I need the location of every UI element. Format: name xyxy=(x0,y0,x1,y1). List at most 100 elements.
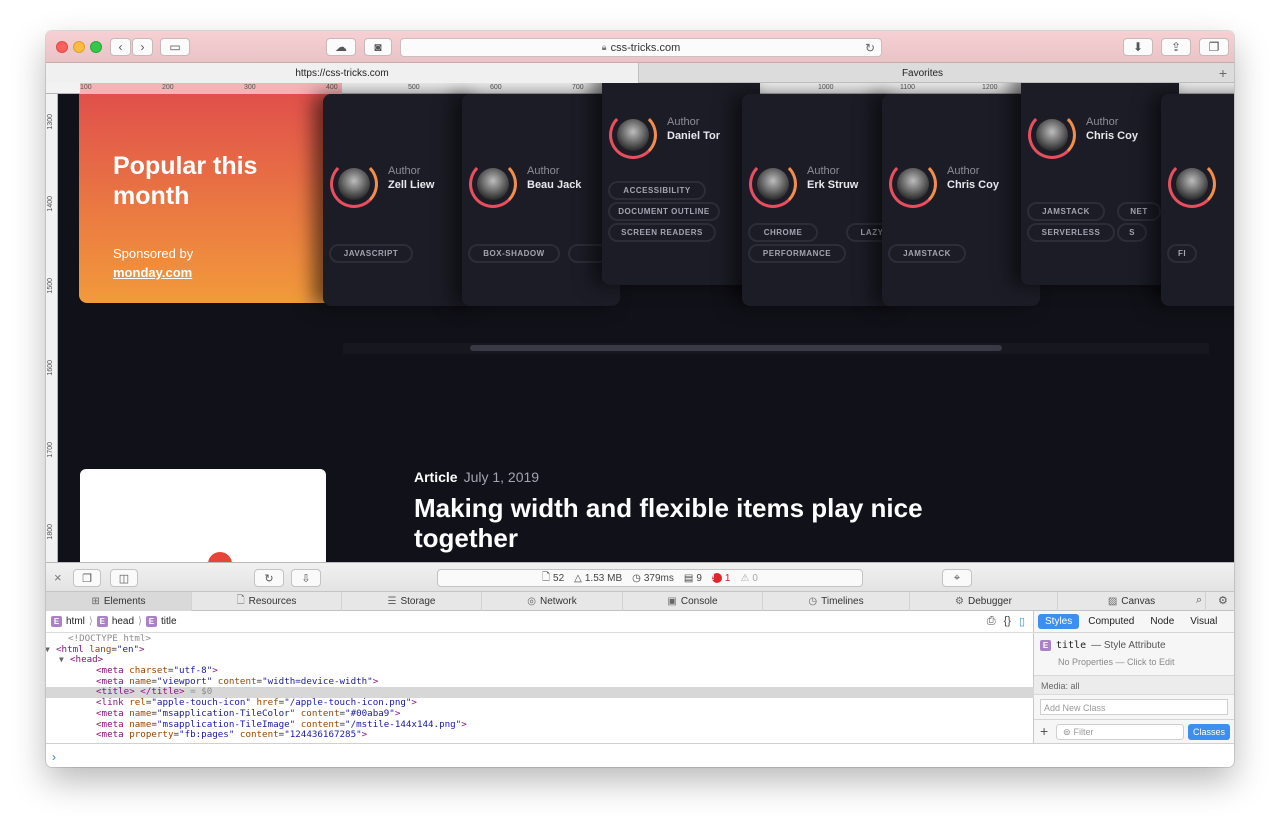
sidebar-tab-visual[interactable]: Visual xyxy=(1183,614,1224,629)
forward-button[interactable]: › xyxy=(132,38,153,56)
dom-node-line[interactable]: <!DOCTYPE html> xyxy=(46,633,1034,645)
share-button[interactable]: ⇪ xyxy=(1161,38,1191,56)
dock-side-button[interactable]: ◫ xyxy=(110,569,138,587)
rule-selector[interactable]: title xyxy=(1056,640,1086,651)
sidebar-toggle-button[interactable]: ▭ xyxy=(160,38,190,56)
sponsor-link[interactable]: monday.com xyxy=(113,265,192,280)
breadcrumb-item-html[interactable]: Ehtml xyxy=(51,616,85,627)
author-card[interactable]: FI xyxy=(1161,94,1234,306)
author-avatar[interactable] xyxy=(469,160,517,208)
sidebar-panel-icon[interactable]: ▯ xyxy=(1019,615,1025,628)
tag-chip[interactable]: DOCUMENT OUTLINE xyxy=(608,202,720,221)
tag-chip[interactable]: SERVERLESS xyxy=(1027,223,1115,242)
tag-chip[interactable]: JAVASCRIPT xyxy=(329,244,413,263)
tab-canvas[interactable]: ▨ Canvas xyxy=(1058,592,1206,611)
author-avatar[interactable] xyxy=(889,160,937,208)
size-stat[interactable]: △ 1.53 MB xyxy=(574,573,622,584)
author-name[interactable]: Chris Coy xyxy=(947,179,999,191)
author-name[interactable]: Erk Struw xyxy=(807,179,858,191)
minimize-window-button[interactable] xyxy=(73,41,85,53)
author-name[interactable]: Zell Liew xyxy=(388,179,434,191)
page-stats: 🗋︎ 52 △ 1.53 MB ◷ 379ms ▤ 9 ! 1 ⚠ 0 xyxy=(437,569,863,587)
author-avatar[interactable] xyxy=(1028,111,1076,159)
tab-overview-button[interactable]: ❐ xyxy=(1199,38,1229,56)
element-badge: E xyxy=(1040,640,1051,651)
sidebar-tab-computed[interactable]: Computed xyxy=(1081,614,1141,629)
rule-empty-hint[interactable]: No Properties — Click to Edit xyxy=(1058,657,1175,667)
dom-node-line[interactable]: ▼ <html lang="en"> xyxy=(46,644,1034,656)
warnings-stat[interactable]: ⚠ 0 xyxy=(740,573,758,584)
close-devtools-icon[interactable]: × xyxy=(54,570,62,585)
tag-chip[interactable]: SCREEN READERS xyxy=(608,223,716,242)
author-avatar[interactable] xyxy=(1168,160,1216,208)
back-button[interactable]: ‹ xyxy=(110,38,131,56)
tag-chip[interactable]: S xyxy=(1117,223,1147,242)
tab-elements[interactable]: ⊞ Elements xyxy=(46,592,192,611)
sidebar-tab-node[interactable]: Node xyxy=(1143,614,1181,629)
tag-chip[interactable]: JAMSTACK xyxy=(1027,202,1105,221)
icloud-tabs-button[interactable]: ☁ xyxy=(326,38,356,56)
author-name[interactable]: Beau Jack xyxy=(527,179,581,191)
lock-icon: 🔒︎ xyxy=(601,42,607,52)
print-icon[interactable]: ⎙ xyxy=(987,615,996,628)
dom-node-line[interactable]: <meta property="fb:pages" content="12443… xyxy=(46,729,1034,741)
author-avatar[interactable] xyxy=(609,111,657,159)
new-tab-button[interactable]: + xyxy=(1212,63,1234,83)
article-thumbnail[interactable] xyxy=(80,469,326,562)
tab-resources[interactable]: 🗋︎ Resources xyxy=(192,592,342,611)
breadcrumb-item-title[interactable]: Etitle xyxy=(145,616,177,627)
author-card[interactable]: Author Chris Coy JAMSTACK NET SERVERLESS S xyxy=(1021,83,1179,285)
tag-chip[interactable]: CHROME xyxy=(748,223,818,242)
tab-debugger[interactable]: ⚙︎ Debugger xyxy=(910,592,1058,611)
add-class-input[interactable]: Add New Class xyxy=(1040,699,1228,715)
errors-stat[interactable]: ! 1 xyxy=(711,573,730,584)
reload-icon[interactable]: ↻ xyxy=(865,41,875,55)
tag-chip[interactable]: PERFORMANCE xyxy=(748,244,846,263)
messages-stat[interactable]: ▤ 9 xyxy=(684,573,702,584)
author-avatar[interactable] xyxy=(330,160,378,208)
tag-chip[interactable]: BOX-SHADOW xyxy=(468,244,560,263)
tab-css-tricks[interactable]: https://css-tricks.com xyxy=(46,63,638,83)
close-window-button[interactable] xyxy=(56,41,68,53)
article-title[interactable]: Making width and flexible items play nic… xyxy=(414,493,1014,553)
download-archive-button[interactable]: ⇩ xyxy=(291,569,321,587)
article-kind[interactable]: Article xyxy=(414,469,458,485)
author-card[interactable]: Author Daniel Tor ACCESSIBILITY DOCUMENT OU… xyxy=(602,83,760,285)
reload-page-button[interactable]: ↻ xyxy=(254,569,284,587)
add-rule-icon[interactable]: + xyxy=(1040,723,1048,739)
braces-icon[interactable]: {} xyxy=(1004,615,1011,628)
author-name[interactable]: Daniel Tor xyxy=(667,130,720,142)
downloads-button[interactable]: ⬇ xyxy=(1123,38,1153,56)
tag-chip[interactable]: NET xyxy=(1117,202,1161,221)
address-bar[interactable]: 🔒︎ css-tricks.com ↻ xyxy=(400,38,882,57)
zoom-window-button[interactable] xyxy=(90,41,102,53)
classes-button[interactable]: Classes xyxy=(1188,724,1230,740)
dock-bottom-button[interactable]: ❐ xyxy=(73,569,101,587)
author-card[interactable]: Author Beau Jack BOX-SHADOW xyxy=(462,94,620,306)
author-card[interactable]: Author Chris Coy JAMSTACK xyxy=(882,94,1040,306)
resources-stat[interactable]: 🗋︎ 52 xyxy=(542,570,564,587)
cards-scrollbar[interactable] xyxy=(470,345,1002,351)
disclosure-triangle-icon[interactable]: ▼ xyxy=(46,645,50,656)
extension-button[interactable]: ◙ xyxy=(364,38,392,56)
author-card[interactable]: Author Erk Struw CHROME LAZY PERFORMANCE xyxy=(742,94,900,306)
disclosure-triangle-icon[interactable]: ▼ xyxy=(59,655,64,666)
sidebar-tab-styles[interactable]: Styles xyxy=(1038,614,1080,629)
author-avatar[interactable] xyxy=(749,160,797,208)
tab-network[interactable]: ◎ Network xyxy=(482,592,623,611)
author-card[interactable]: Author Zell Liew JAVASCRIPT xyxy=(323,94,481,306)
inspect-element-button[interactable]: ⌖ xyxy=(942,569,972,587)
tab-timelines[interactable]: ◷ Timelines xyxy=(763,592,910,611)
tag-chip[interactable]: JAMSTACK xyxy=(888,244,966,263)
tab-console[interactable]: ▣ Console xyxy=(623,592,763,611)
tab-storage[interactable]: ☰ Storage xyxy=(342,592,482,611)
tag-chip[interactable]: ACCESSIBILITY xyxy=(608,181,706,200)
filter-input[interactable]: ⊜ Filter xyxy=(1056,724,1184,740)
gear-icon[interactable]: ⚙ xyxy=(1218,594,1228,607)
author-name[interactable]: Chris Coy xyxy=(1086,130,1138,142)
console-prompt[interactable]: › xyxy=(46,743,1234,767)
tag-chip[interactable]: FI xyxy=(1167,244,1197,263)
breadcrumb-item-head[interactable]: Ehead xyxy=(96,616,134,627)
time-stat[interactable]: ◷ 379ms xyxy=(632,573,674,584)
tab-favorites[interactable]: Favorites xyxy=(638,63,1206,83)
